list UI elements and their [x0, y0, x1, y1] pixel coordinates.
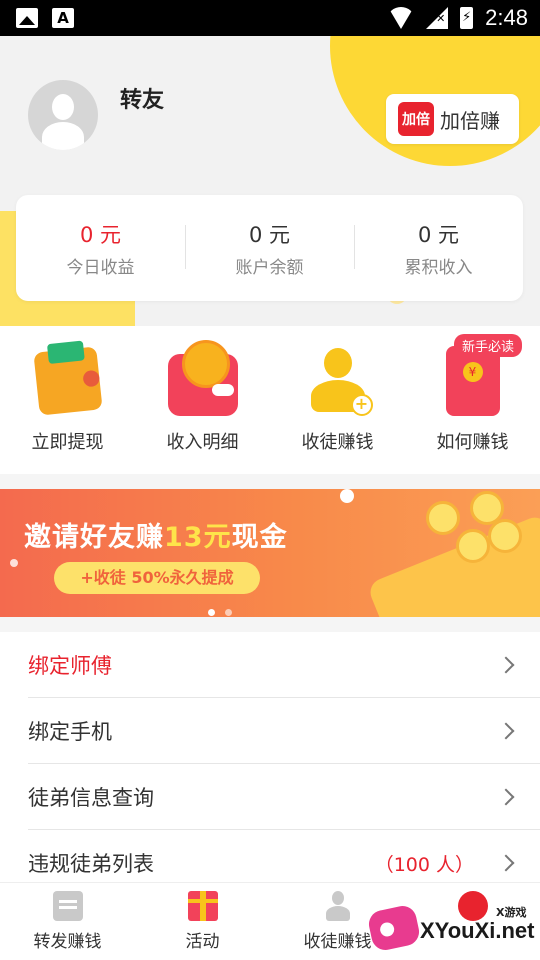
carousel-indicator: [208, 609, 232, 616]
a-font-icon: A: [52, 8, 74, 28]
stat-label: 累积收入: [404, 257, 473, 278]
violation-count: （100 人）: [374, 853, 474, 876]
shortcut-recruit[interactable]: + 收徒赚钱: [270, 326, 405, 474]
menu-apprentice-info[interactable]: 徒弟信息查询: [28, 764, 540, 830]
menu-label: 违规徒弟列表: [28, 852, 154, 876]
shortcut-label: 立即提现: [31, 432, 104, 453]
user-icon: [323, 891, 353, 921]
purse-icon: [167, 340, 238, 416]
shortcut-label: 如何赚钱: [436, 432, 509, 453]
shortcut-how-to-earn[interactable]: 新手必读 如何赚钱: [405, 326, 540, 474]
tab-label: 转发赚钱: [33, 932, 102, 952]
settings-list: 绑定师傅 绑定手机 徒弟信息查询 违规徒弟列表 （100 人）: [0, 632, 540, 882]
double-earn-label: 加倍赚: [440, 108, 500, 133]
menu-label: 绑定手机: [28, 719, 112, 744]
invite-banner[interactable]: 邀请好友赚13元现金 +收徒 50%永久提成: [0, 489, 540, 617]
new-user-badge: 新手必读: [453, 334, 522, 357]
stat-label: 账户余额: [235, 257, 304, 278]
double-earn-button[interactable]: 加倍 加倍赚: [386, 94, 519, 144]
stat-value: 0 元: [79, 222, 122, 247]
coin-icon: [426, 501, 460, 535]
wallet-icon: [32, 346, 103, 416]
menu-label: 绑定师傅: [28, 653, 112, 678]
tab-activity[interactable]: 活动: [135, 883, 270, 960]
tab-label: 收徒赚钱: [303, 932, 372, 952]
double-earn-icon: 加倍: [398, 102, 434, 136]
earnings-card: 0 元 今日收益 0 元 账户余额 0 元 累积收入: [16, 195, 523, 301]
tab-share-earn[interactable]: 转发赚钱: [0, 883, 135, 960]
chevron-right-icon: [497, 854, 515, 872]
decor-bubble: [10, 559, 18, 567]
banner-title: 邀请好友赚13元现金: [24, 522, 288, 553]
shortcut-grid: 立即提现 收入明细 + 收徒赚钱 新手必读 如何赚钱: [0, 326, 540, 474]
menu-bind-master[interactable]: 绑定师傅: [28, 632, 540, 698]
avatar[interactable]: [28, 80, 98, 150]
stat-value: 0 元: [417, 222, 460, 247]
stat-account-balance[interactable]: 0 元 账户余额: [185, 219, 354, 278]
no-signal-icon: [426, 7, 449, 29]
stat-total-income[interactable]: 0 元 累积收入: [354, 219, 523, 278]
stat-today-earnings[interactable]: 0 元 今日收益: [16, 219, 185, 278]
coin-icon: [456, 529, 490, 563]
banner-subtitle: +收徒 50%永久提成: [54, 562, 260, 594]
username: 转友: [120, 88, 165, 113]
gamepad-icon: [366, 903, 422, 953]
site-watermark: X游戏 XYouXi.net: [366, 898, 538, 958]
add-user-icon: +: [303, 346, 373, 416]
battery-charging-icon: ⚡: [460, 7, 474, 29]
wifi-icon: [388, 7, 415, 29]
gift-icon: [187, 891, 218, 921]
status-bar: A ⚡ 2:48: [0, 0, 540, 36]
watermark-text: XYouXi.net: [420, 918, 535, 943]
shortcut-withdraw[interactable]: 立即提现: [0, 326, 135, 474]
stat-label: 今日收益: [66, 257, 135, 278]
status-time: 2:48: [485, 5, 528, 30]
decor-bubble: [340, 489, 354, 503]
stat-value: 0 元: [248, 222, 291, 247]
menu-label: 徒弟信息查询: [28, 785, 154, 810]
shortcut-label: 收入明细: [166, 432, 239, 453]
shortcut-label: 收徒赚钱: [301, 432, 374, 453]
coin-icon: [488, 519, 522, 553]
chevron-right-icon: [497, 656, 515, 673]
image-icon: [16, 8, 38, 28]
tab-label: 活动: [185, 932, 220, 952]
shortcut-income-detail[interactable]: 收入明细: [135, 326, 270, 474]
chevron-right-icon: [497, 788, 515, 805]
chevron-right-icon: [497, 722, 515, 739]
menu-bind-phone[interactable]: 绑定手机: [28, 698, 540, 764]
profile-header: 转友 加倍 加倍赚 0 元 今日收益 0 元 账户余额 0 元 累积收入: [0, 36, 540, 326]
article-icon: [52, 891, 83, 921]
